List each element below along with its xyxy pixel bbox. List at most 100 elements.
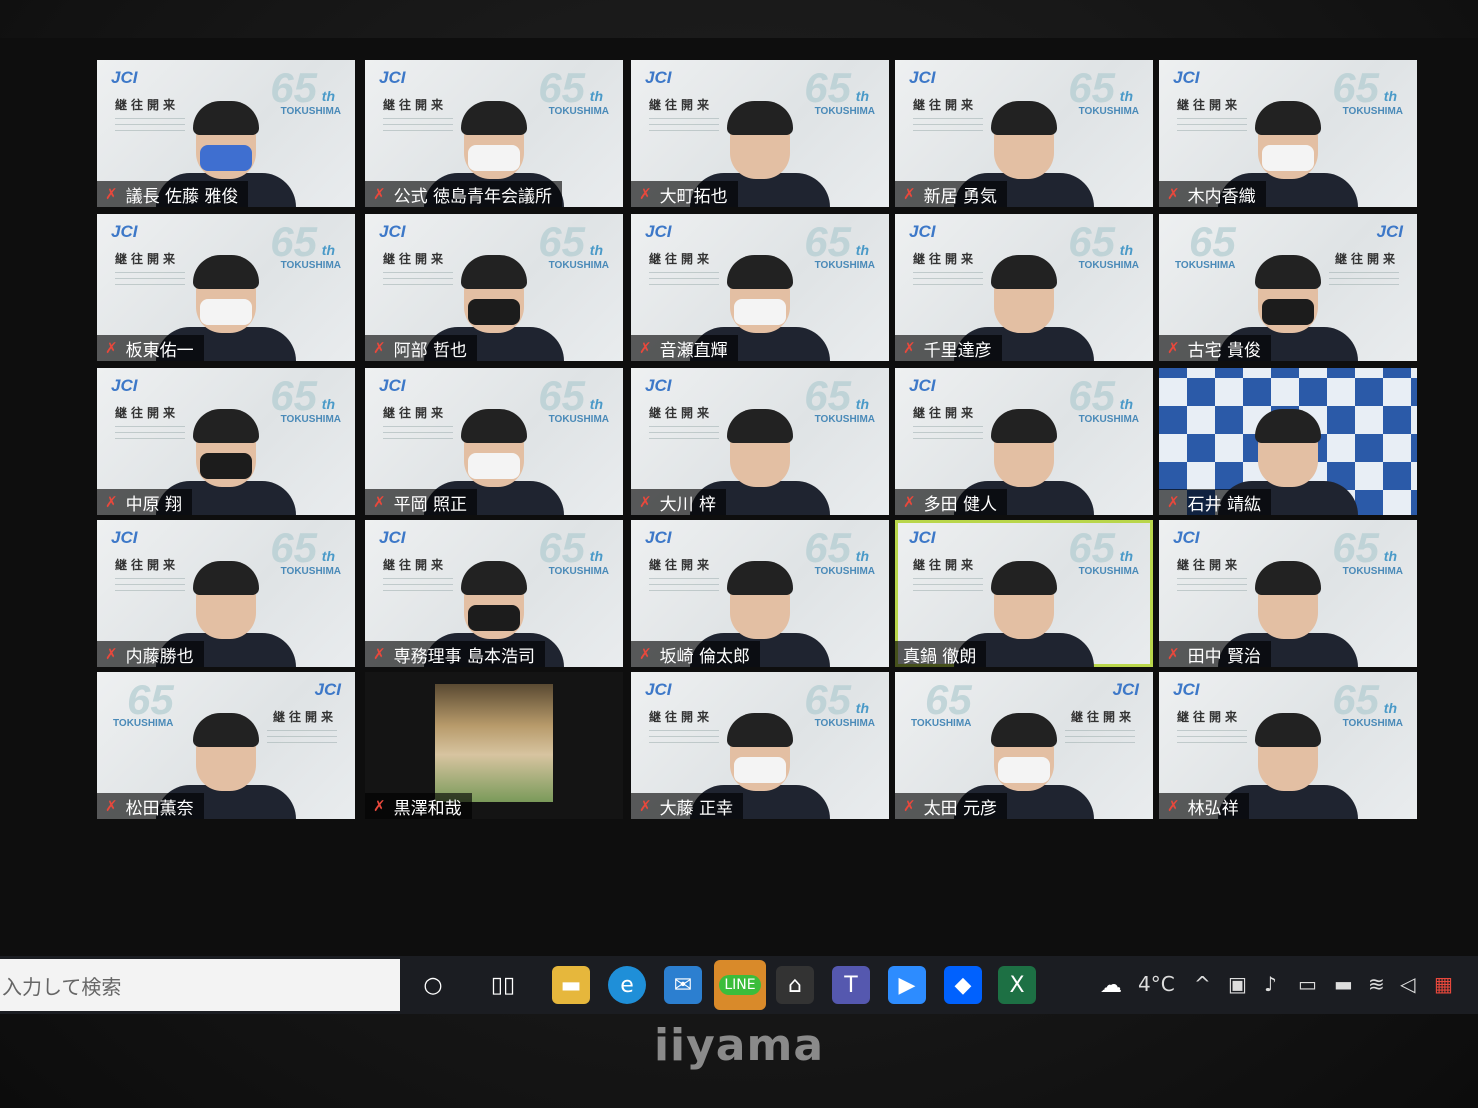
- mail-icon[interactable]: ✉: [664, 966, 702, 1004]
- line-icon[interactable]: LINE: [714, 960, 766, 1010]
- participant-name: 千里達彦: [923, 340, 992, 361]
- video-tile[interactable]: JCI 継往開来 65th TOKUSHIMA ✗ 内藤勝也: [97, 520, 355, 667]
- jci-logo: JCI: [909, 68, 936, 87]
- video-tile[interactable]: JCI 継往開来 65th TOKUSHIMA ✗ 大町拓也: [631, 60, 889, 207]
- video-tile[interactable]: JCI 継往開来 65th TOKUSHIMA ✗ 新居 勇気: [895, 60, 1153, 207]
- video-tile[interactable]: JCI 継往開来 65th TOKUSHIMA ✗ 木内香織: [1159, 60, 1417, 207]
- video-tile[interactable]: ✗ 黒澤和哉: [365, 672, 623, 819]
- participant-name: 専務理事 島本浩司: [393, 646, 535, 667]
- file-explorer-icon[interactable]: ▬: [552, 966, 590, 1004]
- participant-name: 多田 健人: [923, 494, 997, 515]
- participant-name-label: ✗ 多田 健人: [895, 489, 1007, 515]
- video-tile[interactable]: JCI 継往開来 65th TOKUSHIMA ✗ 音瀬直輝: [631, 214, 889, 361]
- anniversary-suffix: th: [321, 242, 335, 258]
- reader-icon[interactable]: ⌂: [776, 966, 814, 1004]
- screen-icon[interactable]: ▭: [1298, 972, 1317, 996]
- participant-name-label: ✗ 公式 徳島青年会議所: [365, 181, 562, 207]
- video-tile[interactable]: JCI 継往開来 65th TOKUSHIMA ✗ 林弘祥: [1159, 672, 1417, 819]
- jci-logo: JCI: [111, 376, 138, 395]
- jci-logo: JCI: [645, 376, 672, 395]
- participant-name-label: ✗ 内藤勝也: [97, 641, 204, 667]
- anniversary-suffix: th: [321, 396, 335, 412]
- video-tile[interactable]: JCI 継往開来 65th TOKUSHIMA ✗ 大川 梓: [631, 368, 889, 515]
- video-tile[interactable]: JCI 継往開来 65 TOKUSHIMA ✗ 古宅 貴俊: [1159, 214, 1417, 361]
- tokushima-text: TOKUSHIMA: [1342, 566, 1403, 577]
- video-tile[interactable]: JCI 継往開来 65th TOKUSHIMA ✗ 板東佑一: [97, 214, 355, 361]
- edge-icon[interactable]: e: [608, 966, 646, 1004]
- muted-mic-icon: ✗: [1167, 185, 1180, 203]
- task-view-icon[interactable]: ▯▯: [484, 966, 522, 1004]
- video-tile[interactable]: JCI 継往開来 65 TOKUSHIMA ✗ 太田 元彦: [895, 672, 1153, 819]
- tokushima-text: TOKUSHIMA: [1342, 718, 1403, 729]
- cortana-icon[interactable]: ○: [414, 966, 452, 1004]
- participant-name: 黒澤和哉: [393, 798, 462, 819]
- video-tile[interactable]: ✗ 石井 靖紘: [1159, 368, 1417, 515]
- anniversary-suffix: th: [321, 88, 335, 104]
- video-tile[interactable]: JCI 継往開来 65 TOKUSHIMA ✗ 松田薫奈: [97, 672, 355, 819]
- video-tile[interactable]: JCI 継往開来 65th TOKUSHIMA ✗ 中原 翔: [97, 368, 355, 515]
- participant-name: 坂崎 倫太郎: [659, 646, 750, 667]
- tokushima-text: TOKUSHIMA: [1078, 106, 1139, 117]
- anniversary-suffix: th: [1383, 700, 1397, 716]
- show-hidden-icons-icon[interactable]: ^: [1194, 972, 1211, 996]
- tokushima-text: TOKUSHIMA: [548, 566, 609, 577]
- muted-mic-icon: ✗: [1167, 339, 1180, 357]
- meet-now-icon[interactable]: ▣: [1228, 972, 1247, 996]
- participant-name: 田中 賢治: [1187, 646, 1261, 667]
- video-tile[interactable]: JCI 継往開来 65th TOKUSHIMA 真鍋 徹朗: [895, 520, 1153, 667]
- anniversary-suffix: th: [1119, 242, 1133, 258]
- tokushima-text: TOKUSHIMA: [280, 260, 341, 271]
- muted-mic-icon: ✗: [105, 797, 118, 815]
- anniversary-suffix: th: [1119, 548, 1133, 564]
- calendar-icon[interactable]: ▦: [1434, 972, 1453, 996]
- participant-name: 石井 靖紘: [1187, 494, 1261, 515]
- muted-mic-icon: ✗: [1167, 645, 1180, 663]
- participant-name-label: 真鍋 徹朗: [895, 641, 987, 667]
- anniversary-suffix: th: [1383, 548, 1397, 564]
- participant-name-label: ✗ 木内香織: [1159, 181, 1266, 207]
- volume-icon[interactable]: ◁: [1400, 972, 1415, 996]
- video-tile[interactable]: JCI 継往開来 65th TOKUSHIMA ✗ 大藤 正幸: [631, 672, 889, 819]
- weather-temp[interactable]: 4°C: [1138, 972, 1175, 996]
- participant-name: 松田薫奈: [125, 798, 194, 819]
- participant-name-label: ✗ 大川 梓: [631, 489, 726, 515]
- participant-name-label: ✗ 石井 靖紘: [1159, 489, 1271, 515]
- wifi-icon[interactable]: ≋: [1368, 972, 1385, 996]
- taskbar-search-box[interactable]: 入力して検索: [0, 959, 400, 1011]
- teams-icon[interactable]: T: [832, 966, 870, 1004]
- participant-name-label: ✗ 坂崎 倫太郎: [631, 641, 760, 667]
- participant-name-label: ✗ 黒澤和哉: [365, 793, 472, 819]
- battery-icon[interactable]: ▬: [1334, 972, 1353, 996]
- tokushima-text: TOKUSHIMA: [280, 106, 341, 117]
- tokushima-text: TOKUSHIMA: [1342, 106, 1403, 117]
- jci-logo: JCI: [111, 528, 138, 547]
- participant-name-label: ✗ 古宅 貴俊: [1159, 335, 1271, 361]
- anniversary-suffix: th: [589, 548, 603, 564]
- tokushima-text: TOKUSHIMA: [814, 260, 875, 271]
- participant-name-label: ✗ 音瀬直輝: [631, 335, 738, 361]
- video-tile[interactable]: JCI 継往開来 65th TOKUSHIMA ✗ 阿部 哲也: [365, 214, 623, 361]
- dropbox-icon[interactable]: ◆: [944, 966, 982, 1004]
- jci-logo: JCI: [645, 222, 672, 241]
- video-tile[interactable]: JCI 継往開来 65th TOKUSHIMA ✗ 平岡 照正: [365, 368, 623, 515]
- tokushima-text: TOKUSHIMA: [1078, 260, 1139, 271]
- tokushima-text: TOKUSHIMA: [548, 260, 609, 271]
- video-tile[interactable]: JCI 継往開来 65th TOKUSHIMA ✗ 多田 健人: [895, 368, 1153, 515]
- microphone-icon[interactable]: ♪: [1264, 972, 1277, 996]
- video-tile[interactable]: JCI 継往開来 65th TOKUSHIMA ✗ 坂崎 倫太郎: [631, 520, 889, 667]
- video-tile[interactable]: JCI 継往開来 65th TOKUSHIMA ✗ 専務理事 島本浩司: [365, 520, 623, 667]
- zoom-icon[interactable]: ▶: [888, 966, 926, 1004]
- jci-logo: JCI: [909, 528, 936, 547]
- video-tile[interactable]: JCI 継往開来 65th TOKUSHIMA ✗ 田中 賢治: [1159, 520, 1417, 667]
- video-tile[interactable]: JCI 継往開来 65th TOKUSHIMA ✗ 議長 佐藤 雅俊: [97, 60, 355, 207]
- muted-mic-icon: ✗: [1167, 493, 1180, 511]
- weather-icon[interactable]: ☁: [1092, 966, 1130, 1004]
- participant-name: 古宅 貴俊: [1187, 340, 1261, 361]
- muted-mic-icon: ✗: [639, 185, 652, 203]
- tokushima-text: TOKUSHIMA: [814, 718, 875, 729]
- excel-icon[interactable]: X: [998, 966, 1036, 1004]
- jci-logo: JCI: [379, 376, 406, 395]
- muted-mic-icon: ✗: [903, 797, 916, 815]
- video-tile[interactable]: JCI 継往開来 65th TOKUSHIMA ✗ 公式 徳島青年会議所: [365, 60, 623, 207]
- video-tile[interactable]: JCI 継往開来 65th TOKUSHIMA ✗ 千里達彦: [895, 214, 1153, 361]
